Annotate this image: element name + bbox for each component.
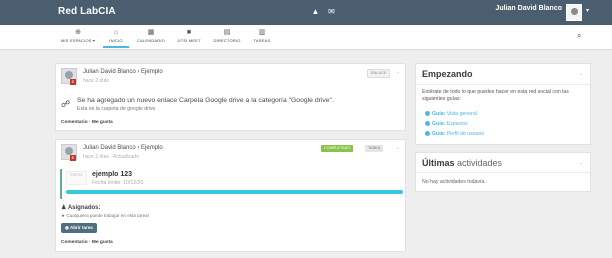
users-icon: ♟ (61, 205, 67, 211)
panel-divider (416, 172, 590, 173)
nav-label: Directorio (213, 38, 241, 43)
guide-label: Vista general (446, 111, 477, 117)
open-task-button[interactable]: ◉ Abrir tarea (61, 223, 97, 233)
nav-label: Mis espacios ▾ (60, 38, 96, 43)
nav-label: Tareas (253, 38, 271, 43)
user-menu-caret-icon[interactable]: ▾ (586, 7, 589, 14)
post-header: Julian David Blanco › Ejemplo (83, 69, 163, 75)
tasks-icon: ▥ (258, 29, 266, 36)
chevron-down-icon[interactable]: ⌄ (396, 69, 400, 75)
empty-activities-text: No hay actividades todavía. (422, 179, 486, 185)
globe-icon: ⊕ (75, 29, 81, 36)
main-navigation: ⊕ Mis espacios ▾ ⌂ Inicio ▦ Calendario ■… (0, 25, 612, 50)
post-time: hace 2 días · Actualizado (83, 154, 139, 160)
guide-link-spaces[interactable]: Guía: Espacios (425, 121, 468, 127)
nav-home[interactable]: ⌂ Inicio (103, 28, 129, 48)
guide-label: Perfil de usuario (446, 131, 485, 137)
guide-prefix: Guía: (432, 131, 446, 137)
tag-completed: COMPLETADO (321, 145, 354, 152)
post-author[interactable]: Julian David Blanco (83, 69, 136, 75)
post-space[interactable]: Ejemplo (141, 69, 163, 75)
guide-prefix: Guía: (432, 111, 446, 117)
tag-link: ENLACE (367, 69, 391, 78)
post-actions[interactable]: Comentario · Me gusta (61, 120, 113, 125)
nav-tasks[interactable]: ▥ Tareas (249, 28, 275, 44)
home-icon: ⌂ (113, 29, 119, 36)
panel-title-strong: Últimas (422, 158, 455, 168)
nav-jitsi-meet[interactable]: ■ Jitsi Meet (174, 28, 204, 44)
task-calendar-icon: ENERO (66, 171, 87, 185)
user-name[interactable]: Julian David Blanco (495, 5, 562, 12)
panel-intro-text: Entérate de todo lo que puedes hacer en … (422, 89, 569, 102)
nav-my-spaces[interactable]: ⊕ Mis espacios ▾ (58, 28, 98, 44)
info-icon (425, 121, 430, 126)
panel-title: Empezando (422, 69, 473, 79)
link-icon: ☍ (61, 99, 71, 109)
video-icon: ■ (186, 29, 192, 36)
brand-logo[interactable]: Red LabCIA (58, 6, 116, 17)
top-bar: Red LabCIA ▲ ✉ Julian David Blanco ▾ (0, 0, 612, 25)
task-box[interactable]: ENERO ejemplo 123 Fecha límite: 10/12/20 (60, 169, 404, 199)
calendar-icon: ▦ (147, 29, 155, 36)
guide-link-profile[interactable]: Guía: Perfil de usuario (425, 131, 484, 137)
eye-icon: ◉ (65, 225, 69, 230)
panel-divider (416, 84, 590, 85)
envelope-icon[interactable]: ✉ (326, 7, 337, 17)
open-task-label: Abrir tarea (70, 225, 93, 230)
assigned-text: Cualquiera puede trabajar en esta tarea! (66, 213, 149, 218)
nav-label: Calendario (136, 38, 165, 43)
chevron-down-icon[interactable]: ⌄ (579, 160, 583, 166)
post-actions[interactable]: Comentario · Me gusta (61, 240, 113, 245)
nav-label: Inicio (109, 38, 123, 43)
nav-calendar[interactable]: ▦ Calendario (133, 28, 169, 44)
guide-prefix: Guía: (432, 121, 446, 127)
task-calendar-label: ENERO (70, 173, 83, 177)
space-badge: E (70, 155, 76, 161)
assigned-label: Asignados: (67, 205, 101, 211)
user-avatar[interactable] (566, 4, 582, 21)
post-author[interactable]: Julian David Blanco (83, 145, 136, 151)
task-progress-bar (66, 190, 403, 194)
tag-task: TAREA (365, 145, 384, 152)
space-badge: E (70, 79, 76, 85)
post-card-task: E Julian David Blanco › Ejemplo hace 2 d… (55, 139, 406, 252)
directory-icon: ▤ (223, 29, 231, 36)
assigned-heading: ♟ Asignados: (61, 204, 101, 211)
guide-label: Espacios (446, 121, 468, 127)
task-deadline: Fecha límite: 10/12/20 (92, 180, 144, 186)
guide-link-overview[interactable]: Guía: Vista general (425, 111, 477, 117)
post-message: Se ha agregado un nuevo enlace Carpeta G… (77, 97, 334, 104)
info-icon (425, 131, 430, 136)
latest-activities-panel: Últimas actividades ⌄ No hay actividades… (415, 152, 591, 192)
bell-icon[interactable]: ▲ (310, 7, 321, 17)
star-icon: ★ (61, 213, 66, 218)
getting-started-panel: Empezando ⌄ Entérate de todo lo que pued… (415, 63, 591, 145)
post-time: hace 2 días (83, 78, 109, 84)
chevron-down-icon[interactable]: ⌄ (396, 145, 400, 151)
panel-title: Últimas actividades (422, 158, 502, 168)
task-title[interactable]: ejemplo 123 (92, 171, 132, 178)
assigned-text-row: ★ Cualquiera puede trabajar en esta tare… (61, 213, 149, 219)
nav-label: Jitsi Meet (177, 38, 201, 43)
search-icon[interactable]: ⌕ (577, 31, 581, 41)
info-icon (425, 111, 430, 116)
post-header: Julian David Blanco › Ejemplo (83, 145, 163, 151)
chevron-down-icon[interactable]: ⌄ (579, 71, 583, 77)
breadcrumb-separator: › (137, 145, 140, 151)
post-card-link: E Julian David Blanco › Ejemplo hace 2 d… (55, 63, 406, 131)
panel-title-rest: actividades (457, 158, 503, 168)
post-space[interactable]: Ejemplo (141, 145, 163, 151)
breadcrumb-separator: › (137, 69, 140, 75)
nav-directory[interactable]: ▤ Directorio (210, 28, 244, 44)
post-sub-message: Esta es la carpeta de google drive (77, 106, 156, 112)
